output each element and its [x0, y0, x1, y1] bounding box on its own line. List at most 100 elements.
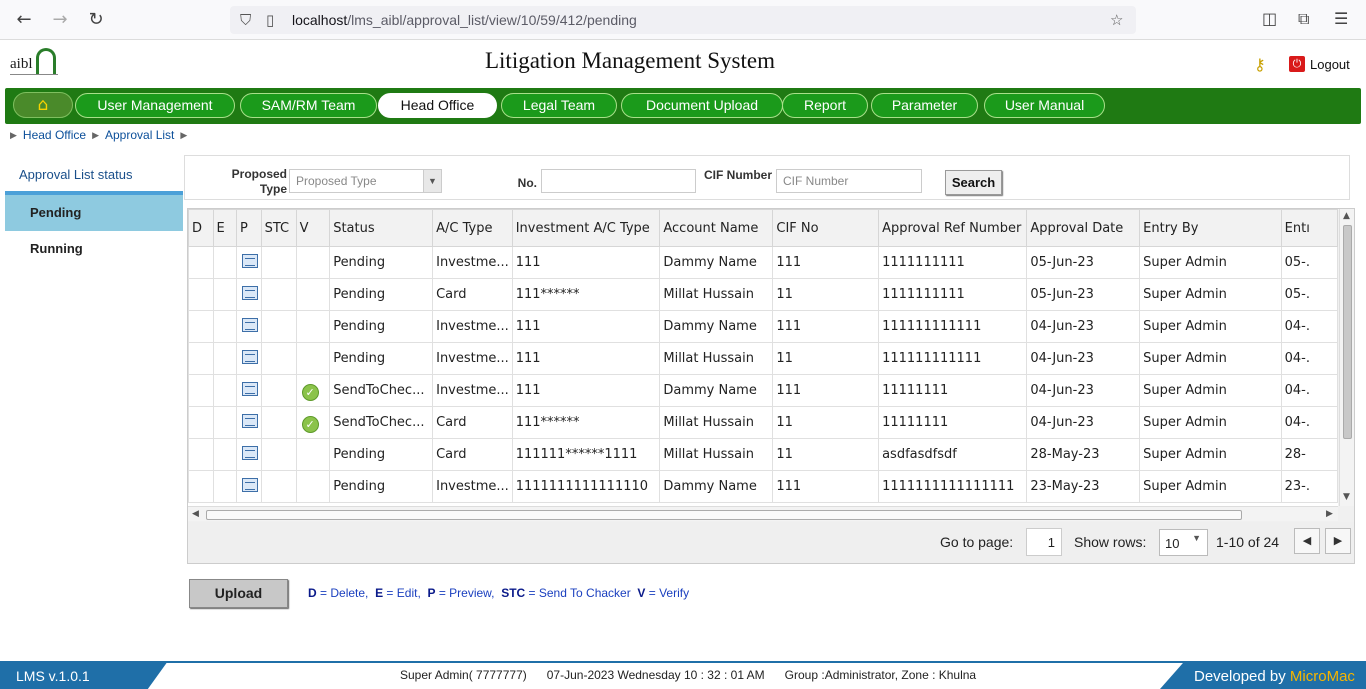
proposed-type-select[interactable]: Proposed Type ▼ [289, 169, 442, 193]
scroll-right-icon[interactable]: ▶ [1326, 509, 1333, 519]
horizontal-scroll-thumb[interactable] [206, 510, 1242, 520]
send-to-checker-cell[interactable] [260, 470, 297, 503]
verify-cell[interactable] [295, 278, 331, 311]
nav-report[interactable]: Report [782, 93, 868, 118]
edit-cell[interactable] [212, 278, 237, 311]
preview-cell[interactable] [235, 278, 262, 311]
preview-icon[interactable] [241, 445, 258, 460]
edit-cell[interactable] [212, 406, 237, 439]
delete-cell[interactable] [188, 470, 214, 503]
verify-cell[interactable]: ✓ [295, 406, 331, 439]
column-header[interactable]: CIF No [772, 209, 880, 247]
table-row[interactable]: ✓ SendToChec... Card 111****** Millat Hussai… [188, 406, 1338, 439]
nav-legal-team[interactable]: Legal Team [501, 93, 617, 118]
send-to-checker-cell[interactable] [260, 278, 297, 311]
table-row[interactable]: Pending Investme... 111 Millat Hussain 11 111… [188, 342, 1338, 375]
nav-user-manual[interactable]: User Manual [984, 93, 1105, 118]
preview-cell[interactable] [235, 310, 262, 343]
breadcrumb-approval-list[interactable]: Approval List [105, 128, 174, 142]
verify-cell[interactable] [295, 342, 331, 375]
bookmark-star-icon[interactable]: ☆ [1110, 11, 1123, 29]
column-header[interactable]: Approval Date [1026, 209, 1141, 247]
edit-cell[interactable] [212, 342, 237, 375]
preview-icon[interactable] [241, 285, 258, 300]
page-icon[interactable]: ▯ [266, 11, 274, 29]
verify-cell[interactable] [295, 246, 331, 279]
column-header[interactable]: Entry By [1139, 209, 1282, 247]
goto-page-input[interactable]: 1 [1026, 528, 1062, 556]
preview-icon[interactable] [241, 253, 258, 268]
vertical-scrollbar[interactable]: ▲ ▼ [1339, 209, 1354, 506]
nav-document-upload[interactable]: Document Upload [621, 93, 783, 118]
logout-button[interactable]: ⏻ Logout [1289, 56, 1350, 72]
breadcrumb-head-office[interactable]: Head Office [23, 128, 86, 142]
column-header[interactable]: D [188, 209, 214, 247]
address-bar[interactable]: ⛉ ▯ localhost/lms_aibl/approval_list/vie… [230, 6, 1136, 34]
preview-icon[interactable] [241, 317, 258, 332]
forward-icon[interactable]: → [48, 8, 72, 32]
verify-cell[interactable] [295, 310, 331, 343]
sidebar-item-pending[interactable]: Pending [5, 195, 183, 231]
upload-button[interactable]: Upload [189, 579, 288, 608]
send-to-checker-cell[interactable] [260, 406, 297, 439]
column-header[interactable]: Status [329, 209, 434, 247]
edit-cell[interactable] [212, 374, 237, 407]
edit-cell[interactable] [212, 246, 237, 279]
nav-sam-rm-team[interactable]: SAM/RM Team [240, 93, 377, 118]
column-header[interactable]: V [295, 209, 331, 247]
show-rows-select[interactable]: 10 ▼ [1159, 529, 1208, 556]
column-header[interactable]: STC [260, 209, 297, 247]
edit-cell[interactable] [212, 470, 237, 503]
preview-cell[interactable] [235, 342, 262, 375]
key-icon[interactable]: ⚷ [1254, 55, 1266, 74]
next-page-button[interactable]: ▶ [1325, 528, 1351, 554]
preview-cell[interactable] [235, 374, 262, 407]
verified-check-icon[interactable]: ✓ [301, 383, 319, 401]
table-row[interactable]: Pending Investme... 111 Dammy Name 111 111111… [188, 246, 1338, 279]
pocket-icon[interactable]: ◫ [1262, 9, 1277, 28]
cif-input[interactable]: CIF Number [776, 169, 922, 193]
preview-cell[interactable] [235, 406, 262, 439]
shield-icon[interactable]: ⛉ [240, 11, 251, 29]
scroll-up-icon[interactable]: ▲ [1343, 211, 1350, 221]
send-to-checker-cell[interactable] [260, 374, 297, 407]
nav-parameter[interactable]: Parameter [871, 93, 978, 118]
delete-cell[interactable] [188, 374, 214, 407]
column-header[interactable]: P [235, 209, 262, 247]
preview-icon[interactable] [241, 349, 258, 364]
preview-icon[interactable] [241, 413, 258, 428]
delete-cell[interactable] [188, 438, 214, 471]
verify-cell[interactable]: ✓ [295, 374, 331, 407]
extensions-icon[interactable]: ⧉ [1298, 9, 1309, 29]
delete-cell[interactable] [188, 342, 214, 375]
search-button[interactable]: Search [945, 170, 1002, 195]
sidebar-item-running[interactable]: Running [5, 231, 183, 267]
verify-cell[interactable] [295, 470, 331, 503]
horizontal-scrollbar[interactable]: ◀ ▶ [188, 506, 1338, 521]
vertical-scroll-thumb[interactable] [1343, 225, 1352, 439]
preview-cell[interactable] [235, 246, 262, 279]
column-header[interactable]: Approval Ref Number [878, 209, 1028, 247]
preview-cell[interactable] [235, 438, 262, 471]
scroll-left-icon[interactable]: ◀ [192, 509, 199, 519]
nav-user-management[interactable]: User Management [75, 93, 235, 118]
prev-page-button[interactable]: ◀ [1294, 528, 1320, 554]
send-to-checker-cell[interactable] [260, 246, 297, 279]
nav-head-office[interactable]: Head Office [378, 93, 497, 118]
verify-cell[interactable] [295, 438, 331, 471]
table-row[interactable]: Pending Card 111****** Millat Hussain 11 1111… [188, 278, 1338, 311]
table-row[interactable]: Pending Investme... 111 Dammy Name 111 111111… [188, 310, 1338, 343]
edit-cell[interactable] [212, 310, 237, 343]
preview-icon[interactable] [241, 477, 258, 492]
send-to-checker-cell[interactable] [260, 310, 297, 343]
column-header[interactable]: Account Name [659, 209, 774, 247]
delete-cell[interactable] [188, 406, 214, 439]
table-row[interactable]: ✓ SendToChec... Investme... 111 Dammy Name 11… [188, 374, 1338, 407]
url-text[interactable]: localhost/lms_aibl/approval_list/view/10… [292, 12, 637, 28]
reload-icon[interactable]: ↻ [84, 8, 108, 32]
send-to-checker-cell[interactable] [260, 342, 297, 375]
column-header[interactable]: E [212, 209, 237, 247]
back-icon[interactable]: ← [12, 8, 36, 32]
no-input[interactable] [541, 169, 696, 193]
home-icon[interactable]: ⌂ [13, 92, 73, 118]
